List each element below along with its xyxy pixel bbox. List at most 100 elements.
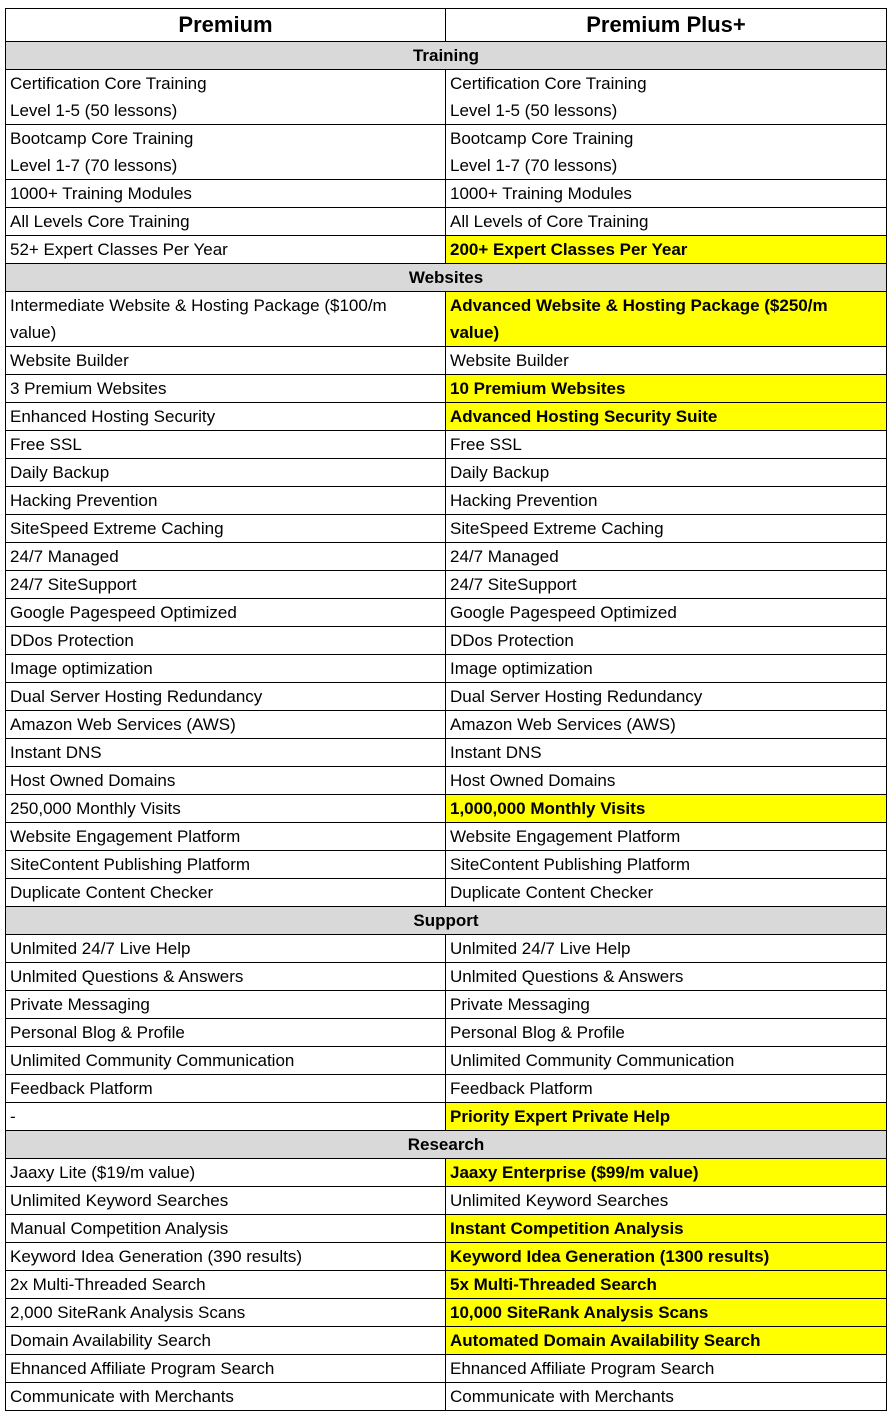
feature-text: Level 1-7 (70 lessons) [10,156,178,175]
feature-text: Daily Backup [10,463,110,482]
premium-feature-cell: Jaaxy Lite ($19/m value) [5,1158,446,1187]
table-row: Communicate with Merchants Communicate wi… [5,1382,887,1411]
premium-plus-feature-cell: Daily Backup [445,458,887,487]
table-row: Bootcamp Core Training Level 1-7 (70 less… [5,124,887,180]
section-title: Support [5,906,887,935]
feature-text: - [10,1107,16,1126]
feature-text: 24/7 Managed [10,547,119,566]
table-row: Instant DNS Instant DNS [5,738,887,767]
premium-feature-cell: Image optimization [5,654,446,683]
table-row: Hacking Prevention Hacking Prevention [5,486,887,515]
table-row: Domain Availability Search Automated Doma… [5,1326,887,1355]
feature-text: Feedback Platform [450,1079,593,1098]
table-row: Jaaxy Lite ($19/m value) Jaaxy Enterprise… [5,1158,887,1187]
premium-plus-feature-cell: Dual Server Hosting Redundancy [445,682,887,711]
premium-plus-feature-cell: Private Messaging [445,990,887,1019]
premium-plus-feature-cell: Jaaxy Enterprise ($99/m value) [445,1158,887,1187]
feature-text: 52+ Expert Classes Per Year [10,240,228,259]
feature-text: Instant DNS [450,743,542,762]
premium-plus-feature-cell: All Levels of Core Training [445,207,887,236]
premium-plus-feature-cell: 10 Premium Websites [445,374,887,403]
premium-plus-feature-cell: Website Engagement Platform [445,822,887,851]
table-row: DDos Protection DDos Protection [5,626,887,655]
feature-text: Unlimited Keyword Searches [450,1191,669,1210]
table-row: Intermediate Website & Hosting Package (… [5,291,887,347]
premium-feature-cell: Website Builder [5,346,446,375]
feature-text: Website Builder [10,351,129,370]
table-row: Unlmited Questions & Answers Unlmited Que… [5,962,887,991]
premium-feature-cell: 250,000 Monthly Visits [5,794,446,823]
feature-text: Free SSL [450,435,522,454]
feature-text: DDos Protection [450,631,574,650]
feature-text: Duplicate Content Checker [450,883,654,902]
premium-plus-feature-cell: Unlimited Community Communication [445,1046,887,1075]
premium-plus-feature-cell: Ehnanced Affiliate Program Search [445,1354,887,1383]
premium-plus-feature-cell: Certification Core Training Level 1-5 (50… [445,69,887,125]
table-row: Feedback Platform Feedback Platform [5,1074,887,1103]
feature-text: Host Owned Domains [450,771,616,790]
table-row: All Levels Core Training All Levels of Co… [5,207,887,236]
premium-feature-cell: Google Pagespeed Optimized [5,598,446,627]
feature-text: Instant Competition Analysis [450,1219,684,1238]
premium-feature-cell: 24/7 SiteSupport [5,570,446,599]
table-row: Free SSL Free SSL [5,430,887,459]
table-row: Image optimization Image optimization [5,654,887,683]
premium-feature-cell: 2x Multi-Threaded Search [5,1270,446,1299]
premium-feature-cell: Domain Availability Search [5,1326,446,1355]
feature-text: Instant DNS [10,743,102,762]
premium-plus-feature-cell: Free SSL [445,430,887,459]
feature-text: Intermediate Website & Hosting Package (… [10,296,387,315]
premium-feature-cell: Personal Blog & Profile [5,1018,446,1047]
feature-text: Advanced Hosting Security Suite [450,407,718,426]
feature-text: Unlmited Questions & Answers [450,967,684,986]
premium-plus-feature-cell: Automated Domain Availability Search [445,1326,887,1355]
feature-text: 1000+ Training Modules [450,184,632,203]
feature-text: Amazon Web Services (AWS) [450,715,676,734]
table-row: Private Messaging Private Messaging [5,990,887,1019]
feature-text: SiteContent Publishing Platform [450,855,691,874]
feature-text: All Levels of Core Training [450,212,649,231]
feature-text: 2x Multi-Threaded Search [10,1275,206,1294]
table-row: SiteContent Publishing Platform SiteConte… [5,850,887,879]
section-row-training: Training [5,41,887,70]
feature-text: Level 1-7 (70 lessons) [450,156,618,175]
premium-feature-cell: Unlmited Questions & Answers [5,962,446,991]
header-row: Premium Premium Plus+ [5,8,887,42]
feature-text: SiteSpeed Extreme Caching [450,519,664,538]
premium-feature-cell: Free SSL [5,430,446,459]
column-header-premium: Premium [5,8,446,42]
feature-text: Unlmited Questions & Answers [10,967,244,986]
feature-text: Communicate with Merchants [450,1387,674,1406]
table-row: Host Owned Domains Host Owned Domains [5,766,887,795]
feature-text: Dual Server Hosting Redundancy [10,687,263,706]
table-row: 250,000 Monthly Visits 1,000,000 Monthly … [5,794,887,823]
feature-text: Ehnanced Affiliate Program Search [10,1359,275,1378]
feature-text: Image optimization [10,659,153,678]
feature-text: Communicate with Merchants [10,1387,234,1406]
section-title: Training [5,41,887,70]
feature-text: DDos Protection [10,631,134,650]
premium-plus-feature-cell: Priority Expert Private Help [445,1102,887,1131]
feature-text: Priority Expert Private Help [450,1107,671,1126]
premium-plus-feature-cell: SiteSpeed Extreme Caching [445,514,887,543]
table-row: Unlimited Community Communication Unlimit… [5,1046,887,1075]
feature-text: Enhanced Hosting Security [10,407,216,426]
feature-text: Free SSL [10,435,82,454]
table-row: SiteSpeed Extreme Caching SiteSpeed Extre… [5,514,887,543]
premium-feature-cell: Communicate with Merchants [5,1382,446,1411]
table-row: 2x Multi-Threaded Search 5x Multi-Threade… [5,1270,887,1299]
feature-text: Unlmited 24/7 Live Help [10,939,191,958]
premium-feature-cell: Keyword Idea Generation (390 results) [5,1242,446,1271]
premium-plus-feature-cell: Instant Competition Analysis [445,1214,887,1243]
feature-text: Keyword Idea Generation (390 results) [10,1247,302,1266]
feature-text: Website Builder [450,351,569,370]
feature-text: Keyword Idea Generation (1300 results) [450,1247,770,1266]
table-row: Amazon Web Services (AWS) Amazon Web Serv… [5,710,887,739]
feature-text: value) [10,323,57,342]
section-row-websites: Websites [5,263,887,292]
premium-feature-cell: Website Engagement Platform [5,822,446,851]
feature-text: Domain Availability Search [10,1331,211,1350]
premium-plus-feature-cell: SiteContent Publishing Platform [445,850,887,879]
premium-plus-feature-cell: Website Builder [445,346,887,375]
premium-feature-cell: Unlimited Keyword Searches [5,1186,446,1215]
